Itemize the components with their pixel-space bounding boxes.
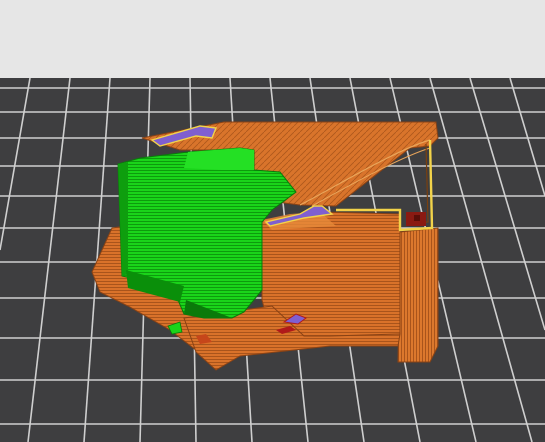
model-right-block — [397, 227, 439, 363]
3d-preview-viewport[interactable] — [0, 0, 545, 442]
print-preview-scene[interactable] — [0, 0, 545, 442]
